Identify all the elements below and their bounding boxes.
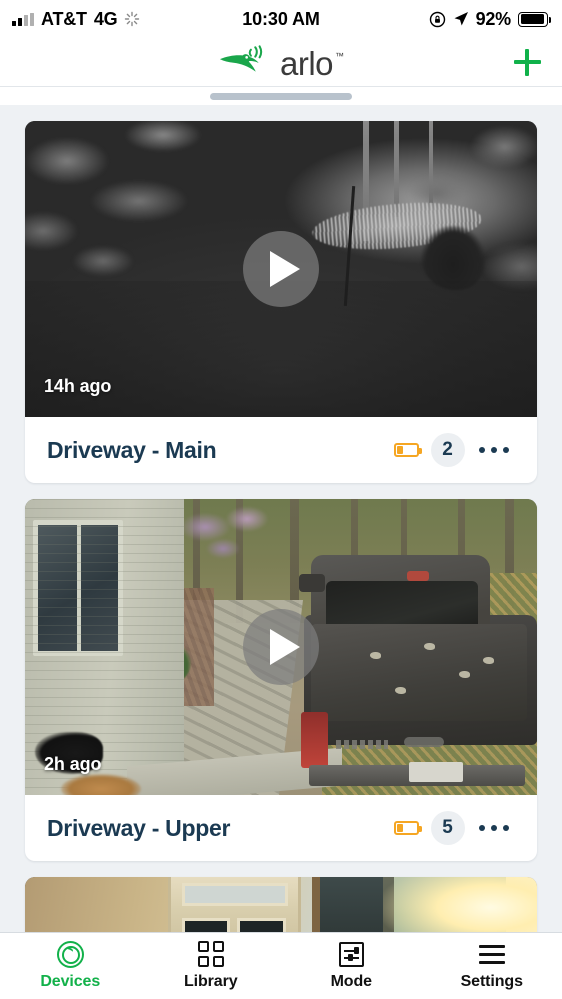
device-card-bar: Driveway - Main 2: [25, 417, 537, 483]
tab-label: Library: [183, 973, 238, 990]
drag-handle[interactable]: [210, 92, 352, 100]
tab-mode[interactable]: Mode: [281, 940, 422, 991]
device-name: Driveway - Main: [47, 436, 217, 463]
more-options-button[interactable]: [477, 439, 512, 462]
app-screen: AT&T 4G 10:30 AM 92% arlo ™ 14h ago Driv…: [0, 0, 562, 999]
battery-percent-label: 92%: [475, 8, 512, 29]
tab-label: Devices: [40, 973, 101, 990]
device-card-actions: 5: [393, 811, 512, 845]
arlo-logo: arlo ™: [218, 44, 345, 82]
play-button[interactable]: [243, 609, 319, 685]
hamburger-menu-icon: [478, 940, 505, 968]
indoor-snapshot: [25, 877, 537, 932]
bottom-tab-bar: Devices Library Mode Settings: [0, 932, 562, 999]
device-name: Driveway - Upper: [47, 814, 231, 841]
arlo-hummingbird-icon: [219, 45, 263, 72]
network-label: 4G: [93, 8, 118, 29]
tab-label: Mode: [330, 973, 372, 990]
status-bar-right: 92%: [429, 8, 552, 30]
play-button[interactable]: [243, 231, 319, 307]
tab-devices[interactable]: Devices: [0, 940, 141, 991]
tab-settings[interactable]: Settings: [422, 940, 562, 991]
library-count-badge[interactable]: 2: [430, 433, 465, 467]
status-bar-left: AT&T 4G: [12, 9, 140, 30]
signal-bars-icon: [12, 12, 34, 26]
battery-icon: [518, 11, 552, 27]
library-count-badge[interactable]: 5: [430, 811, 465, 845]
device-card-actions: 2: [393, 433, 512, 467]
sliders-box-icon: [338, 940, 364, 968]
device-list[interactable]: 14h ago Driveway - Main 2 2h ago Drivewa…: [0, 105, 562, 932]
arlo-wordmark: arlo: [279, 44, 334, 82]
device-card[interactable]: 14h ago Driveway - Main 2: [25, 121, 537, 483]
last-event-time: 2h ago: [44, 754, 102, 774]
tab-label: Settings: [460, 973, 523, 990]
camera-lens-icon: [56, 940, 84, 968]
device-card[interactable]: [25, 877, 537, 932]
grid-squares-icon: [197, 940, 224, 968]
location-arrow-icon: [454, 12, 468, 26]
more-options-button[interactable]: [477, 817, 512, 840]
sheet-handle-area: [0, 87, 562, 105]
device-card[interactable]: 2h ago Driveway - Upper 5: [25, 499, 537, 861]
activity-spinner-icon: [125, 11, 140, 27]
camera-thumbnail[interactable]: 14h ago: [25, 121, 537, 417]
status-bar: AT&T 4G 10:30 AM 92%: [0, 0, 562, 38]
trademark-mark: ™: [335, 51, 345, 61]
battery-low-icon: [393, 443, 422, 457]
rotation-lock-icon: [429, 11, 445, 27]
last-event-time: 14h ago: [44, 376, 112, 396]
carrier-label: AT&T: [41, 8, 87, 29]
battery-low-icon: [393, 821, 422, 835]
parked-truck: [296, 555, 537, 787]
camera-thumbnail[interactable]: [25, 877, 537, 932]
camera-thumbnail[interactable]: 2h ago: [25, 499, 537, 795]
add-device-button[interactable]: [510, 45, 544, 79]
device-card-bar: Driveway - Upper 5: [25, 795, 537, 861]
tab-library[interactable]: Library: [141, 940, 282, 991]
app-header: arlo ™: [0, 38, 562, 86]
